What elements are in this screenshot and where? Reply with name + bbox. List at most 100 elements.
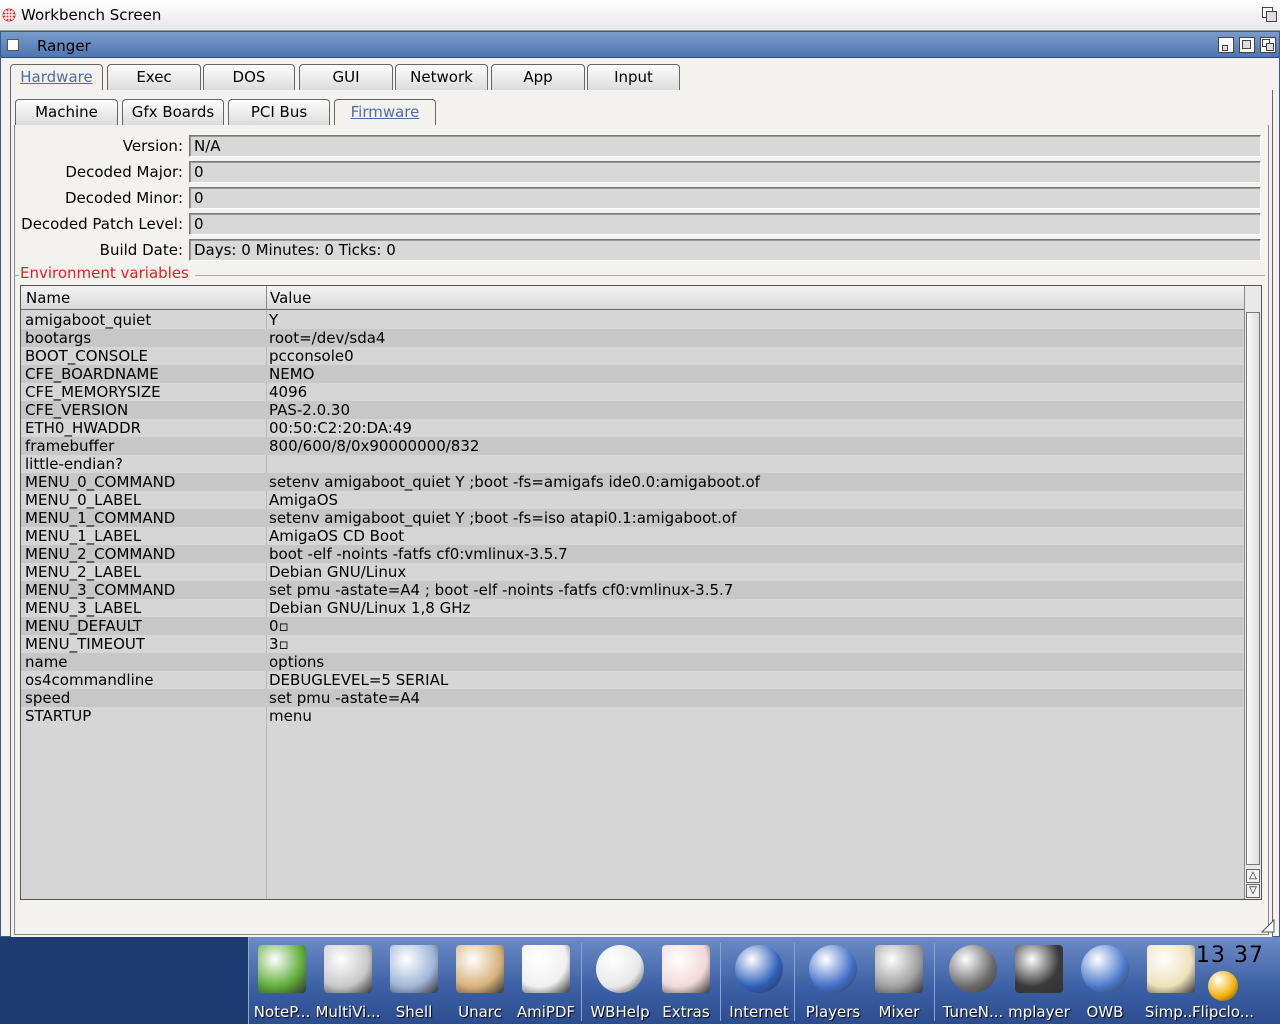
table-row[interactable]: MENU_2_LABEL Debian GNU/Linux	[21, 563, 1243, 581]
table-row[interactable]: STARTUP menu	[21, 707, 1243, 725]
table-row[interactable]: framebuffer 800/600/8/0x90000000/832	[21, 437, 1243, 455]
ranger-window: Ranger Hardware Exec DOS GUI Network App…	[0, 31, 1280, 938]
table-row[interactable]: MENU_1_LABEL AmigaOS CD Boot	[21, 527, 1243, 545]
tab-gfx-boards[interactable]: Gfx Boards	[122, 99, 224, 125]
env-name-cell: CFE_MEMORYSIZE	[25, 383, 161, 401]
tab-machine[interactable]: Machine	[15, 99, 118, 125]
tab-dos[interactable]: DOS	[203, 64, 295, 90]
window-title: Ranger	[37, 37, 91, 55]
tab-app[interactable]: App	[491, 64, 585, 90]
env-name-cell: os4commandline	[25, 671, 154, 689]
table-row[interactable]: MENU_TIMEOUT 3▫	[21, 635, 1243, 653]
resize-icon[interactable]	[1261, 919, 1275, 933]
magnifier-icon	[324, 945, 372, 993]
env-value-cell: menu	[269, 707, 312, 725]
env-variables-list[interactable]: Name Value amigaboot_quiet Ybootargs root=…	[20, 285, 1262, 900]
column-header-name[interactable]: Name	[26, 289, 70, 307]
mixer-slider-icon	[875, 945, 923, 993]
env-name-cell: ETH0_HWADDR	[25, 419, 142, 437]
env-name-cell: BOOT_CONSOLE	[25, 347, 148, 365]
screen-title: Workbench Screen	[21, 6, 162, 24]
env-frame-line	[14, 275, 19, 276]
tab-network[interactable]: Network	[395, 64, 488, 90]
table-row[interactable]: bootargs root=/dev/sda4	[21, 329, 1243, 347]
table-row[interactable]: MENU_3_LABEL Debian GNU/Linux 1,8 GHz	[21, 599, 1243, 617]
gift-box-icon	[662, 945, 710, 993]
table-row[interactable]: MENU_DEFAULT 0▫	[21, 617, 1243, 635]
tab-exec[interactable]: Exec	[107, 64, 201, 90]
env-name-cell: CFE_BOARDNAME	[25, 365, 159, 383]
table-row[interactable]: os4commandline DEBUGLEVEL=5 SERIAL	[21, 671, 1243, 689]
env-value-cell: set pmu -astate=A4	[269, 689, 421, 707]
scroll-up-icon[interactable]: △	[1246, 869, 1260, 883]
dock-item[interactable]: Internet	[726, 937, 792, 1024]
table-row[interactable]: MENU_3_COMMAND set pmu -astate=A4 ; boot …	[21, 581, 1243, 599]
dock-item[interactable]: Unarc	[447, 937, 513, 1024]
scroll-down-icon[interactable]: ▽	[1246, 884, 1260, 898]
tab-gui[interactable]: GUI	[299, 64, 393, 90]
env-value-cell: setenv amigaboot_quiet Y ;boot -fs=amiga…	[269, 473, 760, 491]
env-name-cell: MENU_1_COMMAND	[25, 509, 176, 527]
dock-item[interactable]: Players	[800, 937, 866, 1024]
env-name-cell: MENU_3_LABEL	[25, 599, 142, 617]
dock-item[interactable]: Extras	[653, 937, 719, 1024]
env-value-cell: root=/dev/sda4	[269, 329, 386, 347]
column-header-value[interactable]: Value	[270, 289, 311, 307]
dock-item[interactable]: AmiPDF	[513, 937, 579, 1024]
table-row[interactable]: MENU_1_COMMAND setenv amigaboot_quiet Y ;…	[21, 509, 1243, 527]
env-value-cell: options	[269, 653, 325, 671]
window-title-bar[interactable]: Ranger	[1, 32, 1279, 58]
screen-depth-icon[interactable]	[1262, 7, 1277, 22]
table-row[interactable]: CFE_MEMORYSIZE 4096	[21, 383, 1243, 401]
iconify-icon[interactable]	[1218, 37, 1234, 53]
tab-hardware[interactable]: Hardware	[10, 64, 103, 91]
dock-item[interactable]: WBHelp	[587, 937, 653, 1024]
dock-item[interactable]: NoteP...	[249, 937, 315, 1024]
build-date-label: Build Date:	[99, 241, 183, 259]
table-row[interactable]: CFE_BOARDNAME NEMO	[21, 365, 1243, 383]
tab-input[interactable]: Input	[587, 64, 680, 90]
vertical-scrollbar[interactable]: △ ▽	[1244, 286, 1261, 899]
table-row[interactable]: MENU_2_COMMAND boot -elf -noints -fatfs c…	[21, 545, 1243, 563]
dock-item[interactable]: Shell	[381, 937, 447, 1024]
decoded-patch-level-label: Decoded Patch Level:	[21, 215, 183, 233]
table-row[interactable]: name options	[21, 653, 1243, 671]
sun-icon	[1208, 971, 1238, 1001]
dock-item[interactable]: OWB	[1072, 937, 1138, 1024]
env-name-cell: bootargs	[25, 329, 92, 347]
dock-item-label: Extras	[662, 1003, 710, 1021]
env-value-cell: set pmu -astate=A4 ; boot -elf -noints -…	[269, 581, 734, 599]
table-row[interactable]: little-endian?	[21, 455, 1243, 473]
dock-item[interactable]: TuneN...	[940, 937, 1006, 1024]
table-row[interactable]: BOOT_CONSOLE pcconsole0	[21, 347, 1243, 365]
tab-firmware[interactable]: Firmware	[334, 99, 436, 126]
notepad-icon	[258, 945, 306, 993]
table-row[interactable]: amigaboot_quiet Y	[21, 311, 1243, 329]
owb-sphere-icon	[1081, 945, 1129, 993]
table-row[interactable]: MENU_0_COMMAND setenv amigaboot_quiet Y ;…	[21, 473, 1243, 491]
table-row[interactable]: ETH0_HWADDR 00:50:C2:20:DA:49	[21, 419, 1243, 437]
depth-icon[interactable]	[1260, 37, 1276, 53]
decoded-major-field: 0	[189, 161, 1261, 183]
speaker-icon	[949, 945, 997, 993]
dock-item[interactable]: MultiVi...	[315, 937, 381, 1024]
dock-item[interactable]: mplayer	[1006, 937, 1072, 1024]
env-value-cell: 3▫	[269, 635, 289, 653]
dock-item[interactable]: Mixer	[866, 937, 932, 1024]
env-name-cell: name	[25, 653, 68, 671]
env-name-cell: MENU_DEFAULT	[25, 617, 143, 635]
env-name-cell: MENU_2_COMMAND	[25, 545, 176, 563]
tab-pci-bus[interactable]: PCI Bus	[228, 99, 330, 125]
build-date-field: Days: 0 Minutes: 0 Ticks: 0	[189, 239, 1261, 261]
scrollbar-knob[interactable]	[1246, 312, 1260, 865]
table-row[interactable]: speed set pmu -astate=A4	[21, 689, 1243, 707]
boing-ball-icon[interactable]	[2, 8, 16, 22]
env-value-cell: AmigaOS CD Boot	[269, 527, 405, 545]
env-value-cell: DEBUGLEVEL=5 SERIAL	[269, 671, 449, 689]
zoom-icon[interactable]	[1239, 37, 1255, 53]
close-icon[interactable]	[7, 39, 19, 51]
env-name-cell: MENU_3_COMMAND	[25, 581, 176, 599]
table-row[interactable]: MENU_0_LABEL AmigaOS	[21, 491, 1243, 509]
dock-item-label: AmiPDF	[516, 1003, 576, 1021]
table-row[interactable]: CFE_VERSION PAS-2.0.30	[21, 401, 1243, 419]
